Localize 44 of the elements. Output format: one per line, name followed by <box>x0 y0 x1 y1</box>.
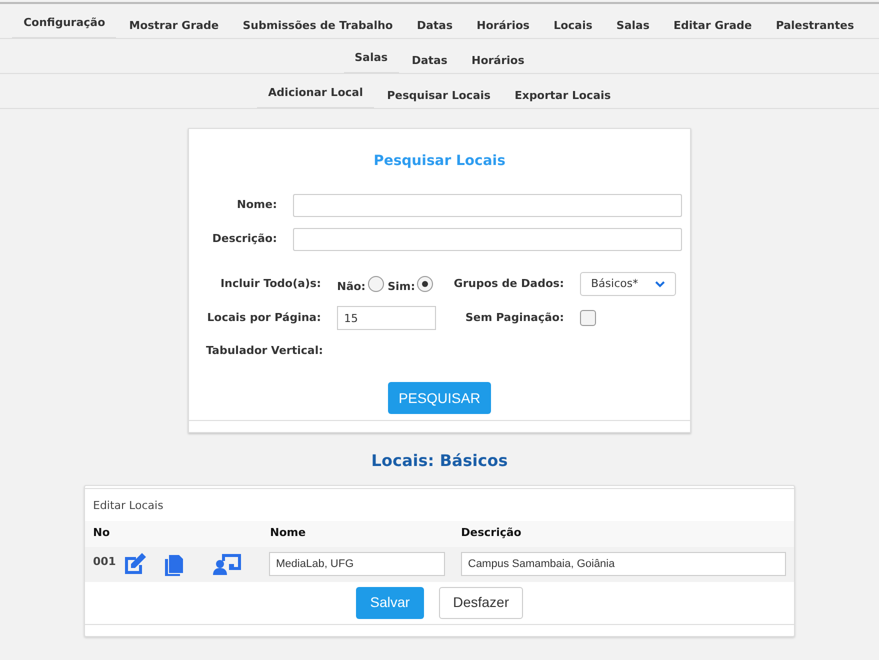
nav-tab[interactable]: Editar Grade <box>662 18 763 38</box>
radio-button[interactable] <box>368 276 384 292</box>
column-header: Descrição <box>460 525 522 542</box>
radio-label: Sim: <box>388 278 416 295</box>
form-title: Pesquisar Locais <box>372 152 506 171</box>
description-field[interactable]: Campus Samambaia, Goiânia <box>461 552 786 576</box>
nav-tab[interactable]: Pesquisar Locais <box>376 88 502 108</box>
nav-tab[interactable]: Palestrantes <box>764 18 865 38</box>
nav-tab[interactable]: Datas <box>400 52 458 73</box>
nav-tab[interactable]: Horários <box>466 18 541 38</box>
nav-tab[interactable]: Configuração <box>12 14 116 39</box>
data-groups-dropdown[interactable]: Básicos* <box>580 272 676 296</box>
undo-button[interactable]: Desfazer <box>439 586 523 618</box>
nav-tab[interactable]: Salas <box>605 18 661 38</box>
per-page-field[interactable]: 15 <box>337 306 436 330</box>
field-label: Nome: <box>236 197 277 214</box>
field-label: Descrição: <box>211 231 277 248</box>
column-header: Nome <box>269 525 307 542</box>
field-label: Locais por Página: <box>206 310 321 326</box>
field-label: Incluir Todo(a)s: <box>219 276 321 292</box>
field-label: Sem Paginação: <box>464 310 564 326</box>
presenter-icon[interactable] <box>213 552 242 576</box>
description-field[interactable] <box>293 228 682 251</box>
nav-tab[interactable]: Submissões de Trabalho <box>232 18 404 38</box>
table-cell-text: 001 <box>92 554 117 570</box>
nav-tab[interactable]: Locais <box>542 18 604 38</box>
nav-tab[interactable]: Mostrar Grade <box>118 18 230 38</box>
nav-tab[interactable]: Adicionar Local <box>257 84 374 109</box>
radio-label: Não: <box>337 278 366 295</box>
checkbox[interactable] <box>580 310 596 326</box>
field-label: Grupos de Dados: <box>452 276 564 292</box>
edit-icon[interactable] <box>123 552 149 576</box>
nav-tab[interactable]: Horários <box>460 52 536 73</box>
nav-tab[interactable]: Salas <box>344 50 399 74</box>
nav-tab[interactable]: Exportar Locais <box>504 88 622 108</box>
radio-button[interactable] <box>417 276 434 292</box>
copy-icon[interactable] <box>163 552 185 576</box>
field-label: Tabulador Vertical: <box>204 342 323 359</box>
column-header: No <box>92 525 111 542</box>
nav-tab[interactable]: Datas <box>406 18 464 38</box>
name-field[interactable] <box>293 194 682 217</box>
chevron-down-icon <box>655 280 665 288</box>
results-title: Locais: Básicos <box>370 450 509 472</box>
name-field[interactable]: MediaLab, UFG <box>269 552 445 576</box>
